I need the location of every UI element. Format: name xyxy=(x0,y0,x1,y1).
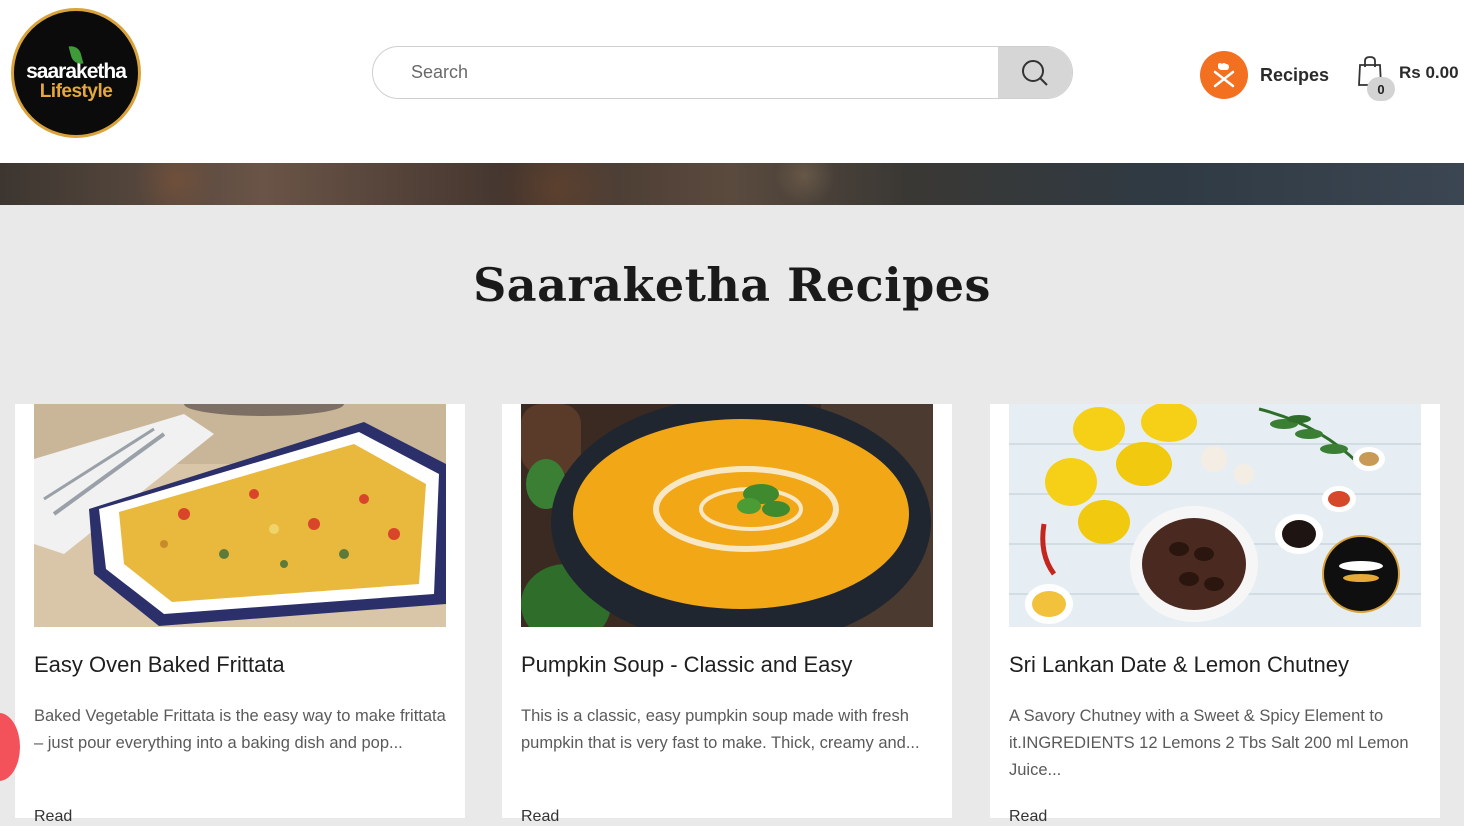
recipe-title[interactable]: Sri Lankan Date & Lemon Chutney xyxy=(1009,652,1349,678)
recipe-card-frittata[interactable]: Easy Oven Baked Frittata Baked Vegetable… xyxy=(15,404,465,825)
search-button[interactable] xyxy=(998,47,1072,98)
search-icon xyxy=(1022,59,1048,86)
read-more-link[interactable]: Read xyxy=(34,808,72,826)
recipe-excerpt: This is a classic, easy pumpkin soup mad… xyxy=(521,707,920,752)
recipe-title[interactable]: Pumpkin Soup - Classic and Easy xyxy=(521,652,852,678)
search-input[interactable] xyxy=(373,47,999,98)
logo-line1: saaraketha xyxy=(26,60,127,83)
page-title: Saaraketha Recipes xyxy=(473,258,991,312)
cart-count-badge: 0 xyxy=(1367,77,1395,101)
read-more-link[interactable]: Read xyxy=(521,808,559,826)
recipe-title[interactable]: Easy Oven Baked Frittata xyxy=(34,652,285,678)
frittata-image[interactable] xyxy=(34,404,446,627)
search-bar xyxy=(372,46,1073,99)
read-more-link[interactable]: Read xyxy=(1009,808,1047,826)
pumpkin-soup-image[interactable] xyxy=(521,404,933,627)
date-lemon-chutney-image[interactable] xyxy=(1009,404,1421,627)
site-header: saaraketha Lifestyle Recipes 0 Rs 0.00 xyxy=(0,0,1464,163)
recipes-nav-label: Recipes xyxy=(1260,64,1330,85)
recipe-excerpt: Baked Vegetable Frittata is the easy way… xyxy=(34,707,446,752)
recipe-card-date-lemon-chutney[interactable]: Sri Lankan Date & Lemon Chutney A Savory… xyxy=(990,404,1440,825)
cart-button[interactable]: 0 Rs 0.00 xyxy=(1356,55,1464,103)
cart-total: Rs 0.00 xyxy=(1399,63,1459,82)
hero-banner-strip xyxy=(0,163,1464,205)
chef-utensils-icon xyxy=(1200,51,1248,99)
logo-line2: Lifestyle xyxy=(39,81,113,102)
recipes-nav-link[interactable]: Recipes xyxy=(1200,51,1329,99)
recipe-excerpt: A Savory Chutney with a Sweet & Spicy El… xyxy=(1009,707,1409,779)
recipe-card-pumpkin-soup[interactable]: Pumpkin Soup - Classic and Easy This is … xyxy=(502,404,952,825)
brand-logo[interactable]: saaraketha Lifestyle xyxy=(11,8,141,138)
